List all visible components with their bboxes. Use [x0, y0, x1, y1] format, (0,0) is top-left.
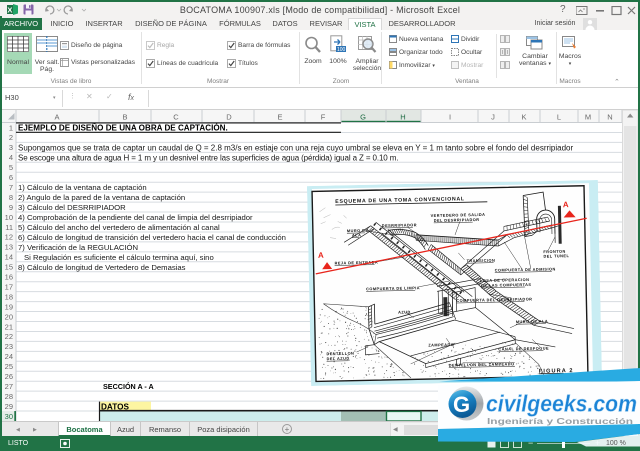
svg-text:civilgeeks.com: civilgeeks.com — [486, 391, 637, 417]
svg-text:21: 21 — [5, 322, 13, 331]
svg-text:J: J — [491, 112, 495, 121]
svg-text:11: 11 — [5, 223, 13, 232]
svg-text:C: C — [173, 112, 179, 121]
svg-text:24: 24 — [5, 352, 13, 361]
svg-text:Supongamos que se trata de cap: Supongamos que se trata de captar un cau… — [18, 143, 574, 152]
svg-text:3) Cálculo del DESRRIPIADOR: 3) Cálculo del DESRRIPIADOR — [18, 203, 126, 212]
svg-text:AZUD: AZUD — [398, 309, 411, 314]
svg-text:30: 30 — [5, 412, 13, 421]
svg-text:15: 15 — [5, 263, 13, 272]
svg-text:MURO DE ALA: MURO DE ALA — [516, 319, 548, 325]
svg-text:16: 16 — [5, 273, 13, 282]
svg-text:14: 14 — [5, 253, 13, 262]
svg-text:27: 27 — [5, 382, 13, 391]
svg-text:2: 2 — [9, 133, 13, 142]
svg-text:F: F — [321, 112, 326, 121]
svg-text:Se escoge una altura de agua H: Se escoge una altura de agua H = 1 m y u… — [18, 153, 398, 162]
svg-text:25: 25 — [5, 362, 13, 371]
svg-text:8) Cálculo de longitud de Vert: 8) Cálculo de longitud de Vertedero de D… — [18, 263, 186, 272]
svg-text:20: 20 — [5, 312, 13, 321]
svg-text:4) Comprobación de la pendient: 4) Comprobación de la pendiente del cana… — [18, 213, 253, 222]
svg-text:100: 100 — [337, 47, 346, 53]
svg-text:1) Cálculo de la ventana de ca: 1) Cálculo de la ventana de captación — [18, 183, 147, 192]
svg-text:E: E — [277, 112, 282, 121]
svg-text:A: A — [54, 112, 59, 121]
svg-text:28: 28 — [5, 392, 13, 401]
svg-text:9: 9 — [9, 203, 13, 212]
svg-text:H: H — [400, 112, 405, 121]
svg-text:18: 18 — [5, 292, 13, 301]
svg-text:A: A — [563, 200, 569, 209]
svg-text:TRANSICION: TRANSICION — [466, 258, 495, 264]
svg-text:G: G — [453, 392, 470, 417]
svg-text:12: 12 — [5, 233, 13, 242]
svg-text:DEL AZUD: DEL AZUD — [327, 356, 350, 361]
svg-text:D: D — [226, 112, 232, 121]
svg-text:17: 17 — [5, 283, 13, 292]
svg-text:I: I — [449, 112, 451, 121]
svg-text:7: 7 — [9, 183, 13, 192]
svg-text:K: K — [521, 112, 526, 121]
svg-text:A: A — [318, 251, 324, 260]
svg-text:26: 26 — [5, 372, 13, 381]
svg-text:EJEMPLO DE DISEÑO DE UNA OBRA: EJEMPLO DE DISEÑO DE UNA OBRA DE CAPTACI… — [18, 124, 228, 133]
svg-text:5: 5 — [9, 163, 13, 172]
svg-text:1: 1 — [9, 123, 13, 132]
svg-text:7) Verificación de la REGULACI: 7) Verificación de la REGULACIÓN — [18, 243, 138, 252]
svg-text:13: 13 — [5, 243, 13, 252]
svg-text:3: 3 — [9, 143, 13, 152]
svg-text:L: L — [557, 112, 561, 121]
svg-text:ZAMPEADO: ZAMPEADO — [428, 342, 454, 348]
svg-text:5) Cálculo del ancho del verte: 5) Cálculo del ancho del vertedero de al… — [18, 223, 220, 232]
svg-text:G: G — [360, 112, 366, 121]
svg-text:23: 23 — [5, 342, 13, 351]
svg-text:22: 22 — [5, 332, 13, 341]
svg-text:8: 8 — [9, 193, 13, 202]
svg-text:Si Regulación es suficiente el: Si Regulación es suficiente el cálculo t… — [24, 253, 214, 262]
svg-text:SECCIÓN A - A: SECCIÓN A - A — [103, 382, 154, 391]
svg-text:2) Angulo de la pared de la ve: 2) Angulo de la pared de la ventana de c… — [18, 193, 185, 202]
svg-text:29: 29 — [5, 402, 13, 411]
svg-text:Ingeniería y Construcción: Ingeniería y Construcción — [487, 417, 633, 426]
svg-text:6: 6 — [9, 173, 13, 182]
svg-text:4: 4 — [9, 153, 13, 162]
svg-text:19: 19 — [5, 302, 13, 311]
svg-text:DEL TUNEL: DEL TUNEL — [543, 253, 569, 259]
svg-text:6) Cálculo de longitud de tran: 6) Cálculo de longitud de transición del… — [18, 233, 286, 242]
svg-text:N: N — [607, 112, 612, 121]
svg-text:M: M — [585, 112, 591, 121]
svg-text:B: B — [122, 112, 127, 121]
svg-text:10: 10 — [5, 213, 13, 222]
